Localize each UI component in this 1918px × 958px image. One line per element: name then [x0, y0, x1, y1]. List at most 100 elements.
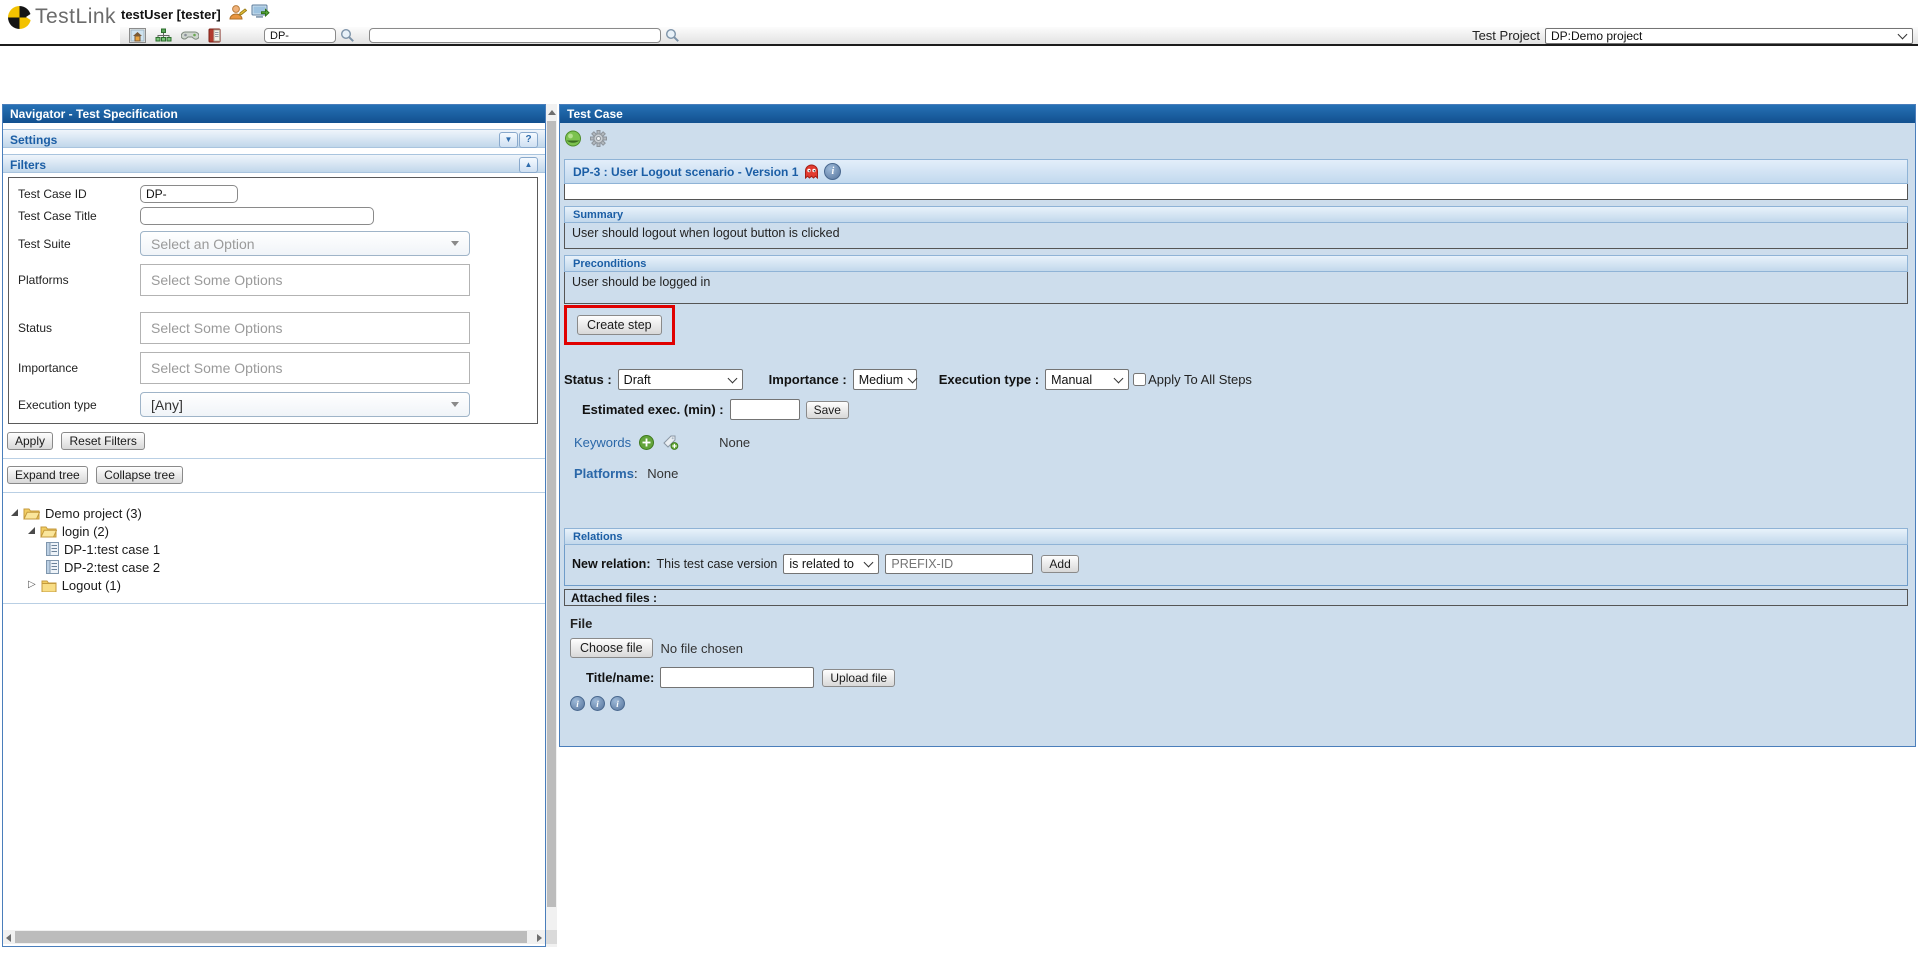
logout-icon[interactable]: [251, 4, 270, 25]
closed-folder-icon: [41, 579, 57, 592]
gear-icon[interactable]: [590, 130, 607, 152]
summary-text: User should logout when logout button is…: [564, 223, 1908, 249]
help-button[interactable]: ?: [519, 132, 538, 148]
apply-to-all-steps-checkbox[interactable]: [1133, 373, 1146, 386]
filter-test-case-title-input[interactable]: [140, 207, 374, 225]
test-case-panel: Test Case DP-3 : User Logout scenario - …: [559, 104, 1916, 747]
edit-keywords-icon[interactable]: [662, 434, 679, 450]
add-keyword-icon[interactable]: [639, 435, 654, 450]
test-project-select[interactable]: DP:Demo project: [1545, 28, 1913, 44]
relation-sentence: This test case version: [657, 557, 778, 571]
filter-label-test-case-id: Test Case ID: [18, 187, 140, 201]
chevron-down-icon: [864, 558, 874, 568]
home-icon[interactable]: [129, 28, 146, 43]
tree-node-dp2[interactable]: DP-2:test case 2: [46, 559, 545, 575]
keywords-value: None: [719, 435, 750, 450]
settings-section-bar[interactable]: Settings ▼ ?: [3, 129, 545, 148]
status-select[interactable]: Draft: [618, 369, 743, 390]
info-icon[interactable]: i: [824, 163, 841, 180]
preconditions-section-bar: Preconditions: [564, 255, 1908, 272]
tree-node-demo-project[interactable]: Demo project (3): [11, 505, 545, 521]
tree-node-label: DP-1:test case 1: [64, 542, 160, 557]
filter-test-suite-select[interactable]: Select an Option: [140, 231, 470, 256]
info-icon[interactable]: i: [610, 696, 625, 711]
attached-files-bar: Attached files :: [564, 589, 1908, 606]
test-case-action-icons: [564, 130, 1908, 152]
execution-type-select[interactable]: Manual: [1045, 369, 1129, 390]
filter-platforms-multiselect[interactable]: Select Some Options: [140, 264, 470, 296]
create-step-button[interactable]: Create step: [577, 315, 662, 335]
apply-button[interactable]: Apply: [7, 432, 53, 450]
filter-execution-type-select[interactable]: [Any]: [140, 392, 470, 417]
filters-section-bar[interactable]: Filters ▲: [3, 154, 545, 173]
title-name-label: Title/name:: [586, 670, 654, 685]
relation-target-input[interactable]: [885, 554, 1033, 574]
test-spec-tree-icon[interactable]: [155, 28, 172, 43]
reports-icon[interactable]: [208, 28, 222, 43]
filter-status-multiselect[interactable]: Select Some Options: [140, 312, 470, 344]
filters-collapse-button[interactable]: ▲: [519, 157, 538, 173]
scroll-left-arrow[interactable]: [6, 934, 11, 942]
add-relation-button[interactable]: Add: [1041, 555, 1078, 573]
collapse-tree-button[interactable]: Collapse tree: [96, 466, 183, 484]
filter-importance-multiselect[interactable]: Select Some Options: [140, 352, 470, 384]
attachment-title-input[interactable]: [660, 667, 814, 688]
reset-filters-button[interactable]: Reset Filters: [61, 432, 144, 450]
scroll-right-arrow[interactable]: [537, 934, 542, 942]
filter-label-test-suite: Test Suite: [18, 237, 140, 251]
logged-user-label: testUser [tester]: [121, 7, 221, 22]
importance-select[interactable]: Medium: [853, 369, 917, 390]
settings-menu-button[interactable]: ▼: [499, 132, 518, 148]
tree-node-login[interactable]: login (2): [28, 523, 545, 539]
export-icon[interactable]: [564, 130, 583, 152]
test-case-panel-title: Test Case: [560, 105, 1915, 123]
navigator-title: Navigator - Test Specification: [3, 105, 545, 123]
relation-type-select[interactable]: is related to: [783, 554, 879, 574]
quick-search-input[interactable]: [369, 28, 661, 43]
horizontal-scroll-thumb[interactable]: [15, 931, 527, 943]
search-text-icon[interactable]: [665, 28, 680, 43]
tree-node-dp1[interactable]: DP-1:test case 1: [46, 541, 545, 557]
info-icon[interactable]: i: [570, 696, 585, 711]
tree-node-logout[interactable]: ▷ Logout (1): [28, 577, 545, 593]
test-case-heading: DP-3 : User Logout scenario - Version 1: [573, 165, 798, 179]
attachment-title-row: Title/name: Upload file: [586, 667, 1908, 688]
open-folder-icon: [23, 506, 40, 520]
vertical-scroll-thumb[interactable]: [547, 121, 556, 907]
filter-label-platforms: Platforms: [18, 273, 140, 287]
attachment-info-icons: i i i: [570, 696, 1908, 711]
tree-node-label: DP-2:test case 2: [64, 560, 160, 575]
my-account-icon[interactable]: [228, 4, 247, 25]
expanded-arrow-icon[interactable]: [11, 509, 18, 516]
testlink-logo-text: TestLink: [35, 5, 116, 29]
save-button[interactable]: Save: [806, 401, 849, 419]
filter-test-case-id-input[interactable]: [140, 185, 238, 203]
choose-file-button[interactable]: Choose file: [570, 638, 653, 658]
horizontal-scrollbar[interactable]: [3, 930, 545, 944]
divider: [3, 458, 545, 459]
testlink-logo: TestLink: [8, 5, 116, 29]
chevron-down-icon: [908, 373, 918, 383]
vertical-scrollbar[interactable]: [546, 104, 557, 947]
estimated-exec-input[interactable]: [730, 399, 800, 420]
filter-label-status: Status: [18, 321, 140, 335]
expand-tree-button[interactable]: Expand tree: [7, 466, 88, 484]
filter-label-importance: Importance: [18, 361, 140, 375]
upload-file-button[interactable]: Upload file: [822, 669, 895, 687]
expanded-arrow-icon[interactable]: [28, 527, 35, 534]
execution-icon[interactable]: [181, 29, 199, 43]
keywords-label[interactable]: Keywords: [574, 435, 631, 450]
scroll-up-arrow[interactable]: [548, 110, 556, 115]
test-case-heading-bar: DP-3 : User Logout scenario - Version 1 …: [564, 159, 1908, 184]
quick-testcase-id-input[interactable]: [264, 28, 336, 43]
no-file-chosen-label: No file chosen: [661, 641, 743, 656]
new-relation-label: New relation:: [572, 557, 651, 571]
file-label: File: [570, 616, 1908, 631]
collapsed-arrow-icon[interactable]: ▷: [28, 580, 36, 590]
test-project-selected-value: DP:Demo project: [1551, 29, 1642, 43]
settings-label: Settings: [10, 133, 57, 147]
info-icon[interactable]: i: [590, 696, 605, 711]
apply-to-all-steps-label: Apply To All Steps: [1148, 372, 1252, 387]
tree-node-label: Demo project (3): [45, 506, 142, 521]
search-id-icon[interactable]: [340, 28, 355, 43]
